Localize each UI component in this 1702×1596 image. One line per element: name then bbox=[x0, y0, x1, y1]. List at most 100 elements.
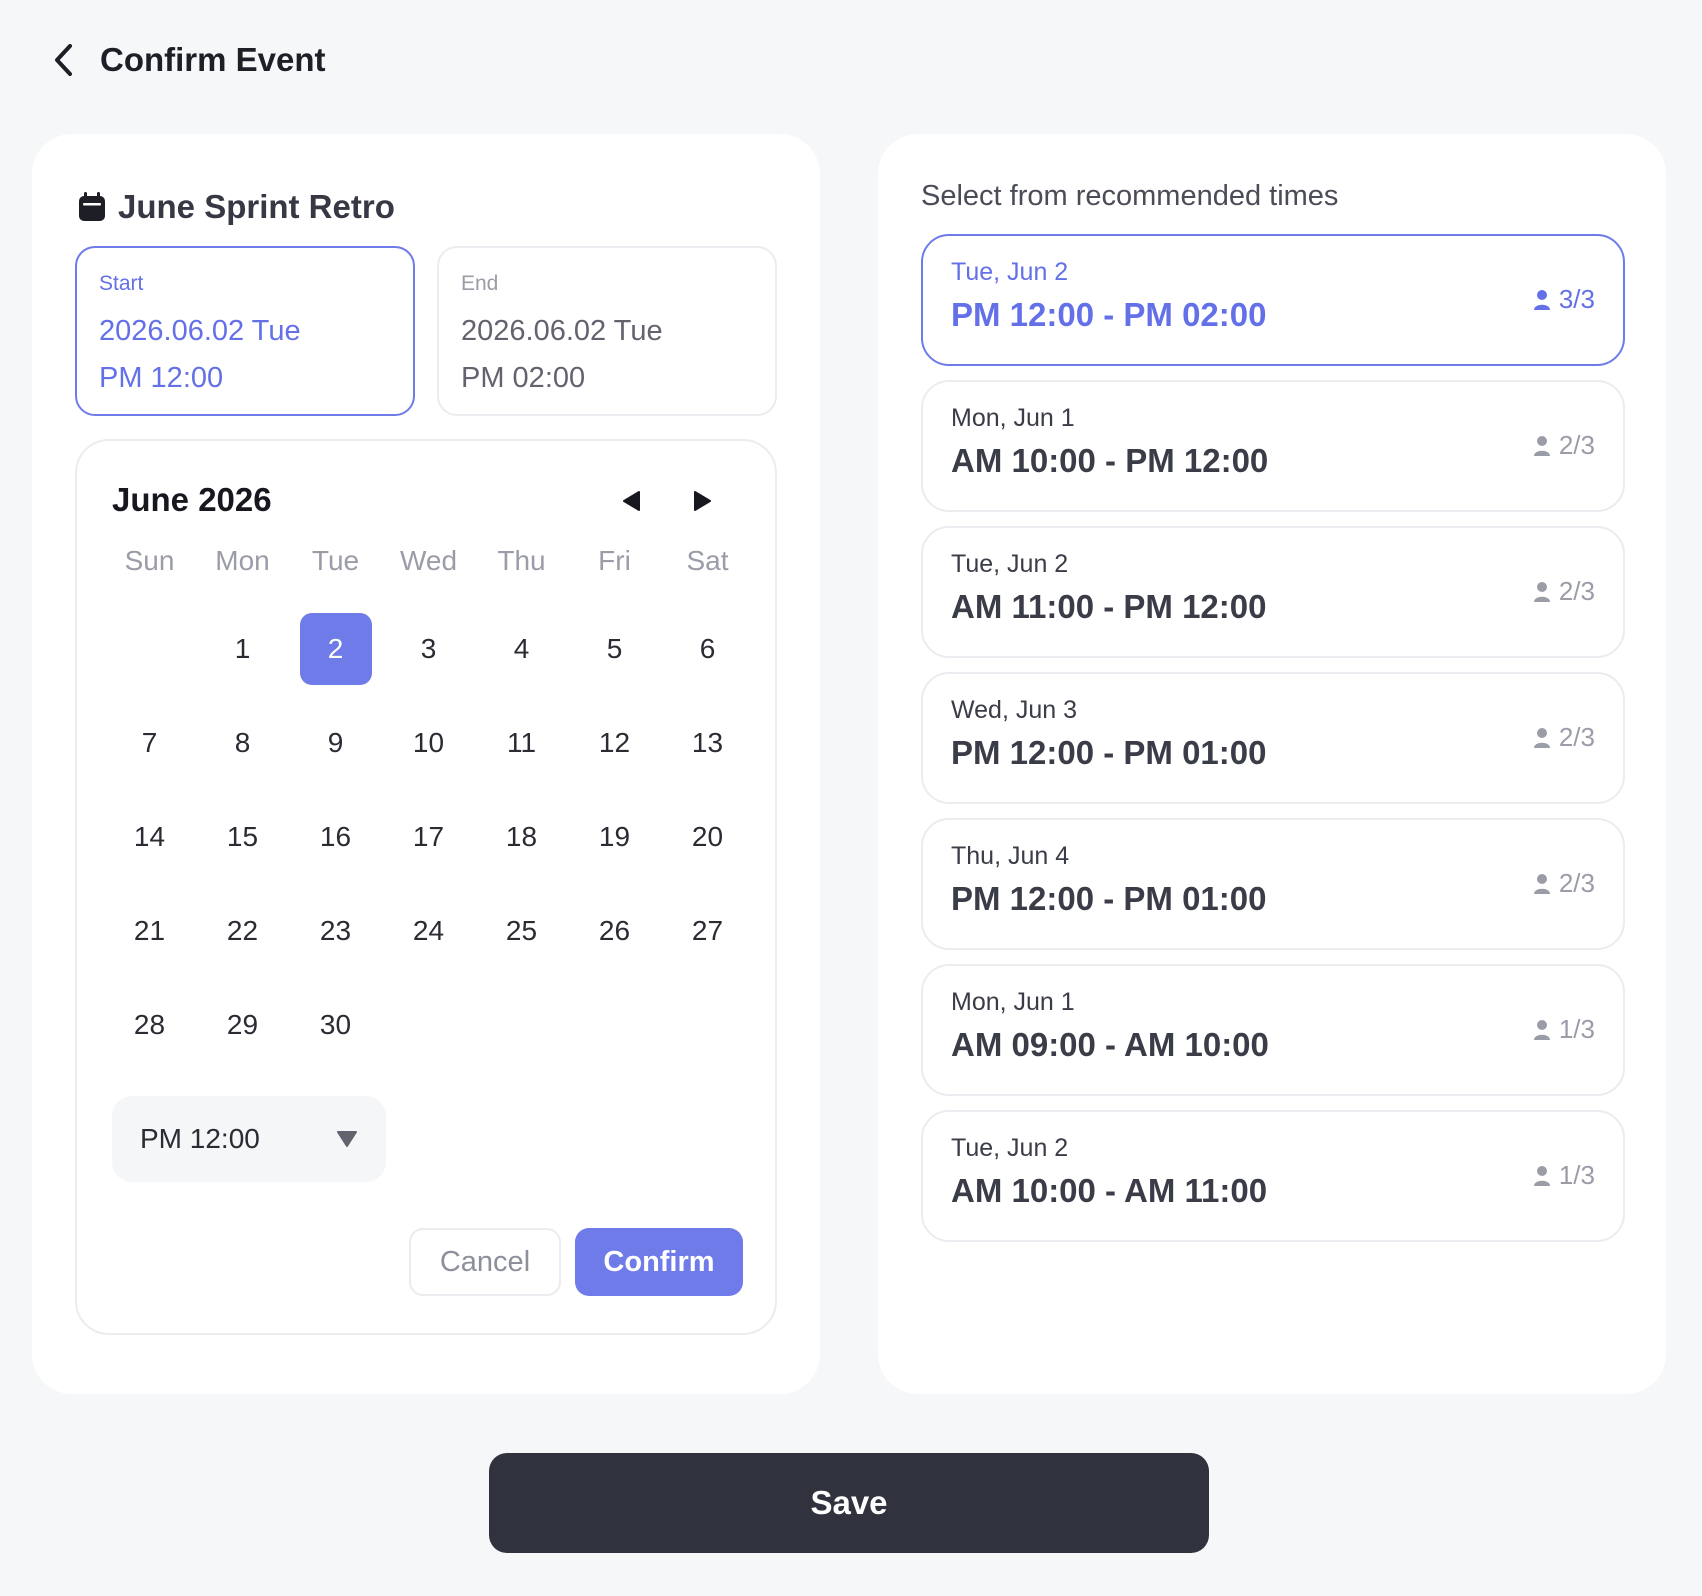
recommended-time-option[interactable]: Thu, Jun 4 PM 12:00 - PM 01:00 2/3 bbox=[921, 818, 1625, 950]
option-date: Mon, Jun 1 bbox=[951, 988, 1075, 1016]
day-cell: 23 bbox=[289, 893, 382, 987]
start-label: Start bbox=[99, 272, 144, 295]
day-cell: 26 bbox=[568, 893, 661, 987]
month-title: June 2026 bbox=[112, 481, 272, 518]
day-cell: 4 bbox=[475, 611, 568, 705]
day-button[interactable]: 6 bbox=[672, 613, 744, 685]
page-title: Confirm Event bbox=[100, 41, 326, 78]
day-cell: 17 bbox=[382, 799, 475, 893]
end-datetime-box[interactable]: End 2026.06.02 Tue PM 02:00 bbox=[437, 246, 777, 416]
weekday-label: Sat bbox=[686, 545, 729, 576]
person-icon bbox=[1533, 289, 1551, 311]
triangle-left-icon bbox=[623, 491, 640, 511]
cancel-button[interactable]: Cancel bbox=[409, 1228, 561, 1296]
end-label: End bbox=[461, 272, 499, 295]
person-icon bbox=[1533, 435, 1551, 457]
attendee-count: 3/3 bbox=[1533, 284, 1595, 315]
recommended-time-option[interactable]: Mon, Jun 1 AM 10:00 - PM 12:00 2/3 bbox=[921, 380, 1625, 512]
day-button[interactable]: 16 bbox=[300, 801, 372, 873]
day-cell: 27 bbox=[661, 893, 754, 987]
option-time-range: AM 09:00 - AM 10:00 bbox=[951, 1026, 1269, 1063]
day-cell-empty bbox=[103, 611, 196, 705]
day-cell: 28 bbox=[103, 987, 196, 1081]
day-button[interactable]: 30 bbox=[300, 989, 372, 1061]
day-button[interactable]: 15 bbox=[207, 801, 279, 873]
day-button[interactable]: 1 bbox=[207, 613, 279, 685]
day-cell: 15 bbox=[196, 799, 289, 893]
day-button[interactable]: 21 bbox=[114, 895, 186, 967]
recommended-times-panel: Select from recommended times Tue, Jun 2… bbox=[878, 134, 1666, 1394]
day-cell: 22 bbox=[196, 893, 289, 987]
save-button[interactable]: Save bbox=[489, 1453, 1209, 1553]
day-cell: 1 bbox=[196, 611, 289, 705]
weekday-label: Thu bbox=[497, 545, 546, 576]
attendee-count-text: 3/3 bbox=[1558, 284, 1595, 314]
day-cell: 13 bbox=[661, 705, 754, 799]
option-time-range: AM 10:00 - AM 11:00 bbox=[951, 1172, 1268, 1209]
attendee-count: 1/3 bbox=[1533, 1160, 1595, 1191]
recommended-time-option[interactable]: Tue, Jun 2 AM 11:00 - PM 12:00 2/3 bbox=[921, 526, 1625, 658]
attendee-count-text: 1/3 bbox=[1558, 1014, 1595, 1044]
day-cell: 19 bbox=[568, 799, 661, 893]
option-date: Thu, Jun 4 bbox=[951, 842, 1070, 870]
event-title: June Sprint Retro bbox=[78, 184, 395, 230]
day-button[interactable]: 29 bbox=[207, 989, 279, 1061]
start-time: PM 12:00 bbox=[99, 362, 224, 394]
day-button[interactable]: 23 bbox=[300, 895, 372, 967]
attendee-count-text: 2/3 bbox=[1558, 430, 1595, 460]
day-button[interactable]: 17 bbox=[393, 801, 465, 873]
recommended-list[interactable]: Tue, Jun 2 PM 12:00 - PM 02:00 3/3 Mon, Jun… bbox=[921, 234, 1625, 1250]
day-button[interactable]: 8 bbox=[207, 707, 279, 779]
day-button[interactable]: 14 bbox=[114, 801, 186, 873]
day-button[interactable]: 22 bbox=[207, 895, 279, 967]
recommended-time-option[interactable]: Wed, Jun 3 PM 12:00 - PM 01:00 2/3 bbox=[921, 672, 1625, 804]
header: Confirm Event bbox=[46, 36, 326, 84]
day-button[interactable]: 20 bbox=[672, 801, 744, 873]
option-time-range: PM 12:00 - PM 02:00 bbox=[951, 296, 1267, 333]
day-button[interactable]: 12 bbox=[579, 707, 651, 779]
time-select[interactable]: PM 12:00 bbox=[112, 1096, 386, 1182]
event-title-text: June Sprint Retro bbox=[118, 188, 395, 225]
person-icon bbox=[1533, 727, 1551, 749]
day-button[interactable]: 7 bbox=[114, 707, 186, 779]
day-button[interactable]: 18 bbox=[486, 801, 558, 873]
day-button[interactable]: 13 bbox=[672, 707, 744, 779]
next-month-button[interactable] bbox=[683, 483, 723, 519]
option-time-range: AM 10:00 - PM 12:00 bbox=[951, 442, 1269, 479]
day-button[interactable]: 19 bbox=[579, 801, 651, 873]
attendee-count: 2/3 bbox=[1533, 868, 1595, 899]
back-button[interactable] bbox=[46, 36, 80, 84]
day-button[interactable]: 10 bbox=[393, 707, 465, 779]
day-cell: 3 bbox=[382, 611, 475, 705]
day-button[interactable]: 9 bbox=[300, 707, 372, 779]
day-button[interactable]: 5 bbox=[579, 613, 651, 685]
attendee-count-text: 1/3 bbox=[1558, 1160, 1595, 1190]
weekday-label: Wed bbox=[399, 545, 458, 576]
day-cell: 7 bbox=[103, 705, 196, 799]
prev-month-button[interactable] bbox=[611, 483, 651, 519]
day-button[interactable]: 28 bbox=[114, 989, 186, 1061]
attendee-count: 2/3 bbox=[1533, 722, 1595, 753]
day-button[interactable]: 27 bbox=[672, 895, 744, 967]
day-button[interactable]: 25 bbox=[486, 895, 558, 967]
attendee-count: 2/3 bbox=[1533, 430, 1595, 461]
day-button[interactable]: 3 bbox=[393, 613, 465, 685]
option-date: Tue, Jun 2 bbox=[951, 258, 1069, 286]
day-cell: 18 bbox=[475, 799, 568, 893]
day-button[interactable]: 11 bbox=[486, 707, 558, 779]
recommended-time-option[interactable]: Tue, Jun 2 PM 12:00 - PM 02:00 3/3 bbox=[921, 234, 1625, 366]
day-cell: 9 bbox=[289, 705, 382, 799]
start-date: 2026.06.02 Tue bbox=[99, 315, 301, 347]
day-cell: 8 bbox=[196, 705, 289, 799]
day-cell: 11 bbox=[475, 705, 568, 799]
start-datetime-box[interactable]: Start 2026.06.02 Tue PM 12:00 bbox=[75, 246, 415, 416]
selected-day-button[interactable]: 2 bbox=[299, 613, 372, 685]
day-button[interactable]: 26 bbox=[579, 895, 651, 967]
day-button[interactable]: 4 bbox=[486, 613, 558, 685]
weekday-label: Sun bbox=[124, 545, 175, 576]
weekday-label: Tue bbox=[311, 545, 360, 576]
day-button[interactable]: 24 bbox=[393, 895, 465, 967]
confirm-button[interactable]: Confirm bbox=[575, 1228, 743, 1296]
recommended-time-option[interactable]: Mon, Jun 1 AM 09:00 - AM 10:00 1/3 bbox=[921, 964, 1625, 1096]
recommended-time-option[interactable]: Tue, Jun 2 AM 10:00 - AM 11:00 1/3 bbox=[921, 1110, 1625, 1242]
